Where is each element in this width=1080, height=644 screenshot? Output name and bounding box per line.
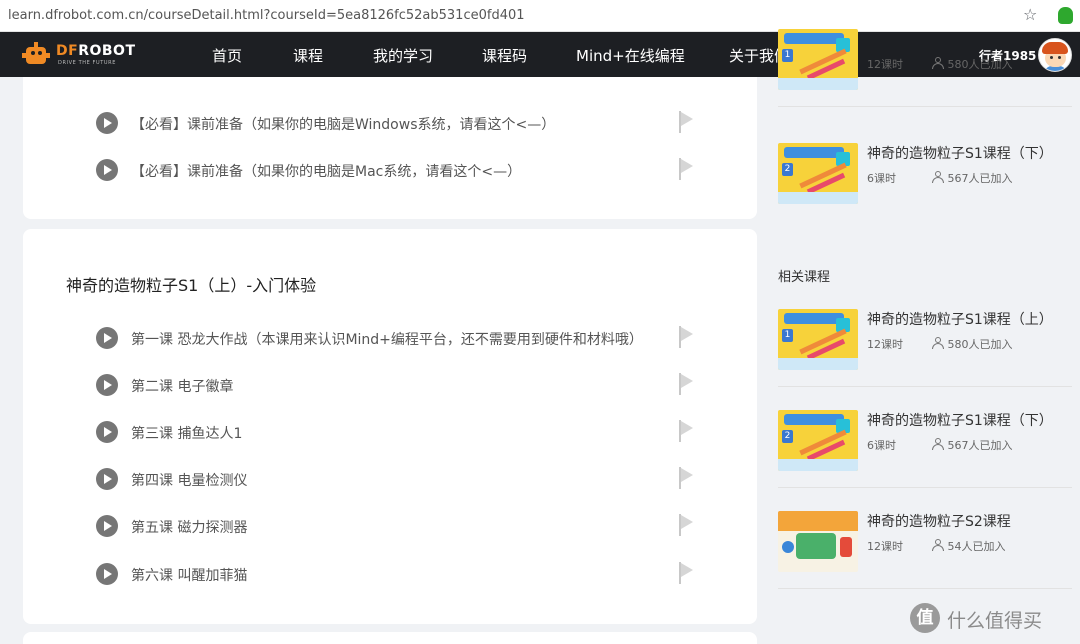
watermark: 值 什么值得买 [910,603,1076,633]
course-joined: 567人已加入 [947,172,1013,185]
course-lessons-card: 神奇的造物粒子S1（上）-入门体验 第一课 恐龙大作战（本课用来认识Mind+编… [23,229,757,624]
flag-icon[interactable] [678,514,694,536]
play-icon[interactable] [96,421,118,443]
user-icon [931,438,945,450]
logo-wordmark: DFROBOT [56,43,136,59]
course-card[interactable]: 1 12课时 580人已加入 [778,29,1072,109]
logo-tagline: DRIVE THE FUTURE [58,60,117,66]
course-joined: 580人已加入 [947,58,1013,71]
divider [778,106,1072,107]
lesson-title[interactable]: 【必看】课前准备（如果你的电脑是Windows系统，请看这个<—） [131,114,555,134]
user-icon [931,57,945,69]
play-icon[interactable] [96,563,118,585]
lesson-row[interactable]: 【必看】课前准备（如果你的电脑是Mac系统，请看这个<—） [96,158,696,182]
course-card[interactable]: 1 神奇的造物粒子S1课程（上） 12课时 580人已加入 [778,309,1072,389]
user-icon [931,337,945,349]
course-name[interactable]: 神奇的造物粒子S2课程 [867,511,1011,531]
user-icon [931,539,945,551]
nav-item-courses[interactable]: 课程 [293,45,323,66]
course-joined: 54人已加入 [947,540,1006,553]
course-thumbnail[interactable]: 2 [778,410,858,471]
flag-icon[interactable] [678,467,694,489]
course-meta: 12课时 54人已加入 [867,538,1006,554]
related-courses-heading: 相关课程 [778,270,831,285]
prep-lessons-card: 【必看】课前准备（如果你的电脑是Windows系统，请看这个<—） 【必看】课前… [23,77,757,219]
divider [778,487,1072,488]
browser-address-bar: learn.dfrobot.com.cn/courseDetail.html?c… [0,0,1080,32]
course-thumbnail[interactable]: 1 [778,29,858,90]
next-section-card [23,632,757,644]
course-meta: 6课时 567人已加入 [867,437,1013,453]
course-hours: 6课时 [867,172,896,185]
course-hours: 12课时 [867,540,903,553]
play-icon[interactable] [96,159,118,181]
url-field[interactable]: learn.dfrobot.com.cn/courseDetail.html?c… [8,8,525,23]
lesson-row[interactable]: 第一课 恐龙大作战（本课用来认识Mind+编程平台，还不需要用到硬件和材料哦） [96,326,696,350]
course-joined: 580人已加入 [947,338,1013,351]
evernote-icon[interactable] [1058,7,1073,24]
course-thumbnail[interactable]: 1 [778,309,858,370]
flag-icon[interactable] [678,158,694,180]
watermark-logo-icon: 值 [910,603,940,633]
course-meta: 6课时 567人已加入 [867,170,1013,186]
course-name[interactable]: 神奇的造物粒子S1课程（上） [867,309,1053,329]
lesson-title[interactable]: 第四课 电量检测仪 [131,470,247,490]
star-icon[interactable]: ☆ [1023,5,1037,24]
watermark-text: 什么值得买 [947,610,1043,632]
lesson-row[interactable]: 第四课 电量检测仪 [96,467,696,491]
course-section-title: 神奇的造物粒子S1（上）-入门体验 [66,276,317,295]
nav-item-online-coding[interactable]: Mind+在线编程 [576,45,685,66]
lesson-title[interactable]: 第五课 磁力探测器 [131,517,247,537]
play-icon[interactable] [96,327,118,349]
play-icon[interactable] [96,112,118,134]
course-meta: 12课时 580人已加入 [867,336,1013,352]
flag-icon[interactable] [678,420,694,442]
lesson-row[interactable]: 第六课 叫醒加菲猫 [96,562,696,586]
lesson-title[interactable]: 第六课 叫醒加菲猫 [131,565,247,585]
flag-icon[interactable] [678,326,694,348]
lesson-row[interactable]: 第三课 捕鱼达人1 [96,420,696,444]
dfrobot-logo[interactable]: DFROBOT DRIVE THE FUTURE [22,42,152,68]
lesson-row[interactable]: 第五课 磁力探测器 [96,514,696,538]
sidebar: 1 12课时 580人已加入 2 神奇的造物粒子S1课程（下） 6课时 567人… [778,29,1072,644]
course-card[interactable]: 神奇的造物粒子S2课程 12课时 54人已加入 [778,511,1072,591]
lesson-title[interactable]: 第三课 捕鱼达人1 [131,423,242,443]
nav-item-home[interactable]: 首页 [212,45,242,66]
lesson-row[interactable]: 【必看】课前准备（如果你的电脑是Windows系统，请看这个<—） [96,111,696,135]
nav-item-my-learning[interactable]: 我的学习 [373,45,433,66]
flag-icon[interactable] [678,562,694,584]
play-icon[interactable] [96,515,118,537]
course-card[interactable]: 2 神奇的造物粒子S1课程（下） 6课时 567人已加入 [778,410,1072,490]
lesson-row[interactable]: 第二课 电子徽章 [96,373,696,397]
lesson-title[interactable]: 第一课 恐龙大作战（本课用来认识Mind+编程平台，还不需要用到硬件和材料哦） [131,329,643,349]
course-name[interactable]: 神奇的造物粒子S1课程（下） [867,143,1053,163]
course-meta: 12课时 580人已加入 [867,56,1013,72]
robot-icon [22,42,50,67]
course-joined: 567人已加入 [947,439,1013,452]
course-name[interactable]: 神奇的造物粒子S1课程（下） [867,410,1053,430]
play-icon[interactable] [96,374,118,396]
play-icon[interactable] [96,468,118,490]
course-hours: 6课时 [867,439,896,452]
divider [778,588,1072,589]
course-thumbnail[interactable]: 2 [778,143,858,204]
lesson-title[interactable]: 【必看】课前准备（如果你的电脑是Mac系统，请看这个<—） [131,161,521,181]
flag-icon[interactable] [678,373,694,395]
lesson-title[interactable]: 第二课 电子徽章 [131,376,233,396]
course-hours: 12课时 [867,58,903,71]
course-hours: 12课时 [867,338,903,351]
nav-item-course-code[interactable]: 课程码 [482,45,527,66]
flag-icon[interactable] [678,111,694,133]
divider [778,386,1072,387]
course-card[interactable]: 2 神奇的造物粒子S1课程（下） 6课时 567人已加入 [778,143,1072,223]
user-icon [931,171,945,183]
course-thumbnail[interactable] [778,511,858,572]
